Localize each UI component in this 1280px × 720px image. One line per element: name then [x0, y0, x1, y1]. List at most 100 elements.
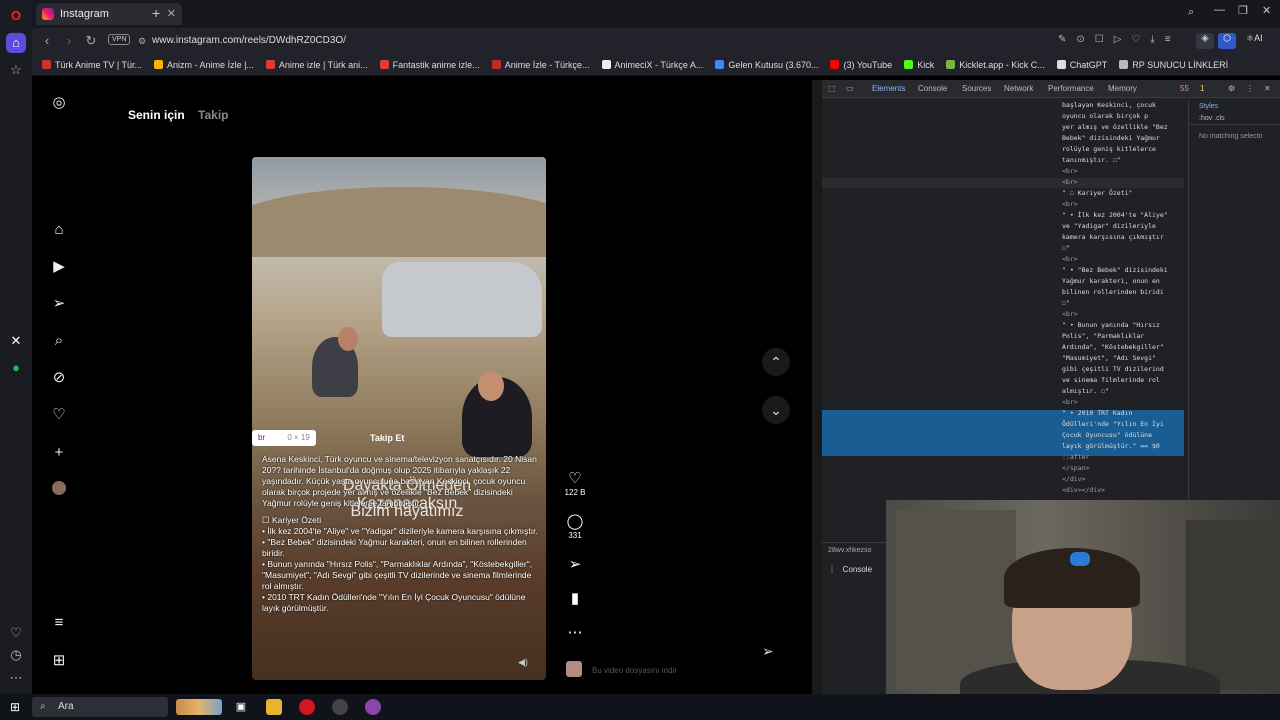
- dom-line[interactable]: rolüyle geniş kitlelerce: [1062, 144, 1184, 155]
- opera-logo-icon[interactable]: O: [6, 6, 26, 26]
- url-field[interactable]: www.instagram.com/reels/DWdhRZ0CD3O/: [152, 32, 346, 50]
- menu-icon[interactable]: ≡: [49, 613, 69, 633]
- apps-icon[interactable]: ⊞: [49, 651, 69, 671]
- tab-console[interactable]: Console: [918, 84, 947, 93]
- dom-line[interactable]: ve sinema filmlerinde rol: [1062, 375, 1184, 386]
- bookmark[interactable]: AnimeciX - Türkçe A...: [601, 60, 703, 70]
- dom-tree[interactable]: başlayan Keskinci, çocuk oyuncu olarak bi…: [1062, 100, 1184, 496]
- dom-line[interactable]: "Masumiyet", "Adı Sevgi": [1062, 353, 1184, 364]
- instagram-logo-icon[interactable]: ◎: [49, 93, 69, 113]
- minimize-button[interactable]: —: [1214, 4, 1225, 16]
- follow-button[interactable]: Takip Et: [370, 433, 404, 443]
- bookmark[interactable]: (3) YouTube: [830, 60, 892, 70]
- home-icon[interactable]: ⌂: [49, 220, 69, 240]
- dom-line[interactable]: <div></div>: [1062, 485, 1184, 496]
- audio-thumbnail[interactable]: [566, 661, 582, 677]
- site-info-icon[interactable]: ⚙: [138, 36, 146, 47]
- previous-reel-button[interactable]: ⌃: [762, 348, 790, 376]
- drawer-tab-console[interactable]: ⋮ Console: [828, 565, 872, 574]
- drawer-breadcrumb[interactable]: 28wv.xhkezso: [828, 547, 871, 554]
- dom-line[interactable]: <br>: [1062, 254, 1184, 265]
- bookmark[interactable]: Kick: [904, 60, 934, 70]
- pin-icon[interactable]: ☆: [6, 60, 26, 80]
- windows-start-icon[interactable]: ⊞: [10, 700, 20, 714]
- close-window-button[interactable]: ✕: [1262, 4, 1271, 17]
- more-options-button[interactable]: ⋯: [564, 624, 586, 642]
- search-icon[interactable]: ⌕: [49, 331, 69, 351]
- dom-line[interactable]: Polis", "Parmaklıklar: [1062, 331, 1184, 342]
- forward-button[interactable]: ›: [60, 32, 78, 50]
- tab-network[interactable]: Network: [1004, 84, 1033, 93]
- dom-line[interactable]: başlayan Keskinci, çocuk: [1062, 100, 1184, 111]
- error-count[interactable]: 55: [1180, 84, 1189, 93]
- dom-line[interactable]: ☐": [1062, 243, 1184, 254]
- notifications-icon[interactable]: ♡: [49, 405, 69, 425]
- close-devtools-icon[interactable]: ✕: [1264, 84, 1271, 93]
- file-explorer-icon[interactable]: [266, 699, 282, 715]
- dom-line[interactable]: kamera karşısına çıkmıştır: [1062, 232, 1184, 243]
- dom-line[interactable]: </div>: [1062, 474, 1184, 485]
- taskbar-search[interactable]: ⌕ Ara: [32, 697, 168, 717]
- dom-line[interactable]: Yağmur karakteri, onun en: [1062, 276, 1184, 287]
- tab-memory[interactable]: Memory: [1108, 84, 1137, 93]
- dom-line[interactable]: <br>: [1062, 177, 1184, 188]
- dom-line[interactable]: Ödülleri'nde "Yılın En İyi: [1062, 419, 1184, 430]
- dom-line[interactable]: Çocuk Oyuncusu" ödülüne: [1062, 430, 1184, 441]
- dom-line[interactable]: yer almış ve özellikle "Bez: [1062, 122, 1184, 133]
- dom-line[interactable]: " • "Bez Bebek" dizisindeki: [1062, 265, 1184, 276]
- dom-line[interactable]: gibi çeşitli TV dizilerind: [1062, 364, 1184, 375]
- bookmark[interactable]: Türk Anime TV | Tür...: [42, 60, 142, 70]
- dom-line[interactable]: <br>: [1062, 397, 1184, 408]
- app-taskbar-icon[interactable]: [332, 699, 348, 715]
- mute-icon[interactable]: ◀): [518, 657, 528, 668]
- dom-line[interactable]: <br>: [1062, 166, 1184, 177]
- direct-messages-icon[interactable]: ➢: [49, 294, 69, 314]
- dom-line[interactable]: ::after: [1062, 452, 1184, 463]
- dom-line[interactable]: oyuncu olarak birçok p: [1062, 111, 1184, 122]
- messages-icon[interactable]: ➢: [762, 643, 774, 660]
- bookmark[interactable]: Anizm - Anime İzle |...: [154, 60, 254, 70]
- wallet-icon[interactable]: ◈: [1196, 33, 1214, 49]
- x-twitter-icon[interactable]: ✕: [6, 331, 26, 351]
- bookmark[interactable]: Anime izle | Türk ani...: [265, 60, 368, 70]
- spotify-icon[interactable]: ●: [6, 358, 26, 378]
- tab-styles[interactable]: Styles: [1189, 100, 1280, 113]
- devtools-menu-icon[interactable]: ⋮: [1246, 84, 1254, 93]
- explore-icon[interactable]: ⊘: [49, 368, 69, 388]
- bookmark[interactable]: Kicklet.app - Kick C...: [946, 60, 1045, 70]
- dom-line[interactable]: " • Bunun yanında "Hırsız: [1062, 320, 1184, 331]
- settings-icon[interactable]: ⚙: [1228, 84, 1235, 93]
- back-button[interactable]: ‹: [38, 32, 56, 50]
- bookmark[interactable]: ChatGPT: [1056, 60, 1107, 70]
- inspect-icon[interactable]: ⬚: [828, 84, 836, 93]
- more-icon[interactable]: ⋯: [6, 668, 26, 688]
- tab-performance[interactable]: Performance: [1048, 84, 1094, 93]
- dom-line[interactable]: Ardında", "Köstebekgiller": [1062, 342, 1184, 353]
- bookmark[interactable]: Fantastik anime izle...: [379, 60, 480, 70]
- create-icon[interactable]: +: [49, 443, 69, 463]
- like-button[interactable]: ♡ 122 B: [564, 470, 586, 497]
- tab-elements[interactable]: Elements: [872, 84, 905, 93]
- tab-for-you[interactable]: Senin için: [128, 108, 185, 122]
- task-view-icon[interactable]: ▣: [233, 699, 249, 715]
- search-highlight-image[interactable]: [176, 699, 222, 715]
- dom-line[interactable]: tanınmıştır. ☐": [1062, 155, 1184, 166]
- tab-sources[interactable]: Sources: [962, 84, 991, 93]
- tab-following[interactable]: Takip: [198, 108, 228, 122]
- device-toggle-icon[interactable]: ▭: [846, 84, 854, 93]
- comment-button[interactable]: ◯ 331: [564, 513, 586, 540]
- styles-filter[interactable]: :hov .cls: [1189, 113, 1280, 125]
- dom-line[interactable]: layık görülmüştür." == $0: [1062, 441, 1184, 452]
- dom-line[interactable]: <br>: [1062, 199, 1184, 210]
- dom-line[interactable]: " • İlk kez 2004'te "Aliye": [1062, 210, 1184, 221]
- dom-line[interactable]: <br>: [1062, 309, 1184, 320]
- share-button[interactable]: ➢: [564, 556, 586, 574]
- search-tabs-icon[interactable]: ⌕: [1188, 6, 1194, 19]
- opera-taskbar-icon[interactable]: [299, 699, 315, 715]
- extensions-icon[interactable]: ⬡: [1218, 33, 1236, 49]
- save-button[interactable]: ▮: [564, 590, 586, 608]
- dom-line[interactable]: " • 2010 TRT Kadın: [1062, 408, 1184, 419]
- bookmark[interactable]: Anime İzle - Türkçe...: [491, 60, 590, 70]
- dom-line[interactable]: bilinen rollerinden biridi: [1062, 287, 1184, 298]
- bookmark-folder[interactable]: RP SUNUCU LİNKLERİ: [1119, 60, 1228, 70]
